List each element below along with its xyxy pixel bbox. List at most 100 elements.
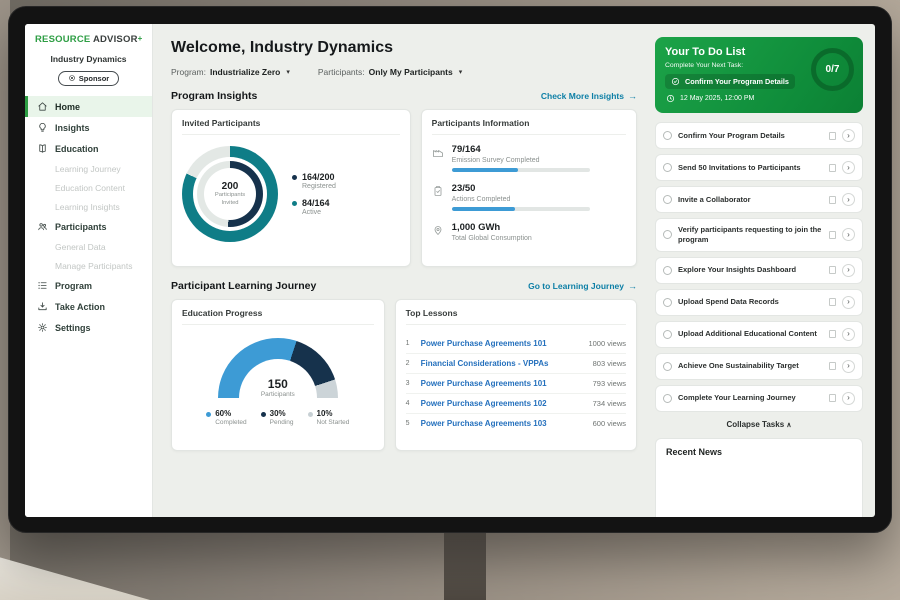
legend-registered: 164/200 Registered xyxy=(292,172,336,190)
chevron-right-icon[interactable]: › xyxy=(842,129,855,142)
arrow-right-icon: → xyxy=(628,281,637,291)
task-link-icon xyxy=(829,394,836,402)
task-checkbox[interactable] xyxy=(663,394,672,403)
chevron-down-icon: ▾ xyxy=(459,68,463,76)
book-icon xyxy=(37,143,48,154)
task-checkbox[interactable] xyxy=(663,131,672,140)
task-row[interactable]: Complete Your Learning Journey › xyxy=(655,385,863,412)
legend-pending: 30%Pending xyxy=(261,409,294,426)
check-circle-icon xyxy=(671,77,680,86)
collapse-tasks-link[interactable]: Collapse Tasks ∧ xyxy=(655,420,863,429)
next-task[interactable]: Confirm Your Program Details xyxy=(665,74,795,89)
clock-icon xyxy=(666,94,675,103)
sponsor-badge[interactable]: Sponsor xyxy=(58,71,119,86)
legend-dot xyxy=(206,412,211,417)
logo-text-advisor: ADVISOR xyxy=(90,34,137,45)
chevron-right-icon[interactable]: › xyxy=(842,296,855,309)
sidebar-item-education-content[interactable]: Education Content xyxy=(25,178,152,197)
task-row[interactable]: Explore Your Insights Dashboard › xyxy=(655,257,863,284)
check-more-insights-link[interactable]: Check More Insights → xyxy=(541,91,637,101)
donut-center-label: Participants Invited xyxy=(209,192,251,206)
participants-select[interactable]: Participants: Only My Participants ▾ xyxy=(318,67,462,77)
task-checkbox[interactable] xyxy=(663,266,672,275)
arrow-right-icon: → xyxy=(628,91,637,101)
donut-legend: 164/200 Registered 84/164 Active xyxy=(292,164,336,224)
list-icon xyxy=(37,280,48,291)
legend-completed: 60%Completed xyxy=(206,409,246,426)
participants-information-card: Participants Information 79/164 Emission… xyxy=(421,109,637,267)
factory-icon xyxy=(432,145,444,157)
chevron-right-icon[interactable]: › xyxy=(842,392,855,405)
program-label: Program: xyxy=(171,67,206,77)
sidebar-item-home[interactable]: Home xyxy=(25,96,152,117)
emission-progress-bar xyxy=(452,168,590,172)
task-row[interactable]: Verify participants requesting to join t… xyxy=(655,218,863,252)
lesson-link[interactable]: Power Purchase Agreements 103 xyxy=(421,419,587,428)
sidebar-item-learning-insights[interactable]: Learning Insights xyxy=(25,197,152,216)
task-row[interactable]: Send 50 Invitations to Participants › xyxy=(655,154,863,181)
task-checkbox[interactable] xyxy=(663,298,672,307)
sidebar-item-general-data[interactable]: General Data xyxy=(25,237,152,256)
sidebar-item-education[interactable]: Education xyxy=(25,138,152,159)
sidebar-item-label: Home xyxy=(55,102,80,112)
lesson-link[interactable]: Power Purchase Agreements 102 xyxy=(421,399,587,408)
legend-dot xyxy=(261,412,266,417)
lesson-link[interactable]: Financial Considerations - VPPAs xyxy=(421,359,587,368)
gauge-center-value: 150 xyxy=(218,377,338,391)
task-row[interactable]: Invite a Collaborator › xyxy=(655,186,863,213)
chevron-right-icon[interactable]: › xyxy=(842,193,855,206)
task-checkbox[interactable] xyxy=(663,362,672,371)
task-row[interactable]: Upload Additional Educational Content › xyxy=(655,321,863,348)
chevron-right-icon[interactable]: › xyxy=(842,161,855,174)
sidebar-item-participants[interactable]: Participants xyxy=(25,216,152,237)
legend-dot xyxy=(308,412,313,417)
target-icon xyxy=(68,74,76,82)
actions-progress-bar xyxy=(452,207,590,211)
education-progress-card: Education Progress 150 Participants xyxy=(171,299,385,451)
sidebar-item-label: Education xyxy=(55,144,99,154)
card-title: Participants Information xyxy=(432,118,626,135)
task-link-icon xyxy=(829,298,836,306)
logo-text-resource: RESOURCE xyxy=(35,34,90,45)
actions-completed-row: 23/50 Actions Completed xyxy=(432,183,626,211)
sidebar-item-take-action[interactable]: Take Action xyxy=(25,296,152,317)
task-row[interactable]: Achieve One Sustainability Target › xyxy=(655,353,863,380)
lesson-row: 2 Financial Considerations - VPPAs 803 v… xyxy=(406,354,626,374)
monitor-bezel: RESOURCE ADVISOR+ Industry Dynamics Spon… xyxy=(8,6,892,533)
chevron-right-icon[interactable]: › xyxy=(842,228,855,241)
people-icon xyxy=(37,221,48,232)
program-select[interactable]: Program: Industrialize Zero ▾ xyxy=(171,67,290,77)
chevron-down-icon: ▾ xyxy=(286,68,290,76)
chevron-right-icon[interactable]: › xyxy=(842,360,855,373)
task-checkbox[interactable] xyxy=(663,330,672,339)
participants-label: Participants: xyxy=(318,67,365,77)
main-content: Welcome, Industry Dynamics Program: Indu… xyxy=(153,24,649,517)
invited-participants-card: Invited Participants 200 Participants In… xyxy=(171,109,411,267)
lesson-link[interactable]: Power Purchase Agreements 101 xyxy=(421,379,587,388)
chevron-up-icon: ∧ xyxy=(786,422,791,429)
download-icon xyxy=(37,301,48,312)
task-checkbox[interactable] xyxy=(663,195,672,204)
task-checkbox[interactable] xyxy=(663,163,672,172)
chevron-right-icon[interactable]: › xyxy=(842,328,855,341)
sidebar: RESOURCE ADVISOR+ Industry Dynamics Spon… xyxy=(25,24,153,517)
task-link-icon xyxy=(829,330,836,338)
task-row[interactable]: Confirm Your Program Details › xyxy=(655,122,863,149)
task-row[interactable]: Upload Spend Data Records › xyxy=(655,289,863,316)
task-link-icon xyxy=(829,362,836,370)
sidebar-item-settings[interactable]: Settings xyxy=(25,317,152,338)
lesson-row: 3 Power Purchase Agreements 101 793 view… xyxy=(406,374,626,394)
gear-icon xyxy=(37,322,48,333)
go-to-learning-journey-link[interactable]: Go to Learning Journey → xyxy=(528,281,637,291)
card-title: Top Lessons xyxy=(406,308,626,325)
top-lessons-card: Top Lessons 1 Power Purchase Agreements … xyxy=(395,299,637,451)
sidebar-item-learning-journey[interactable]: Learning Journey xyxy=(25,159,152,178)
lesson-link[interactable]: Power Purchase Agreements 101 xyxy=(421,339,583,348)
lesson-row: 4 Power Purchase Agreements 102 734 view… xyxy=(406,394,626,414)
chevron-right-icon[interactable]: › xyxy=(842,264,855,277)
sidebar-item-insights[interactable]: Insights xyxy=(25,117,152,138)
sidebar-item-program[interactable]: Program xyxy=(25,275,152,296)
bulb-icon xyxy=(37,122,48,133)
task-checkbox[interactable] xyxy=(663,230,672,239)
sidebar-item-manage-participants[interactable]: Manage Participants xyxy=(25,256,152,275)
